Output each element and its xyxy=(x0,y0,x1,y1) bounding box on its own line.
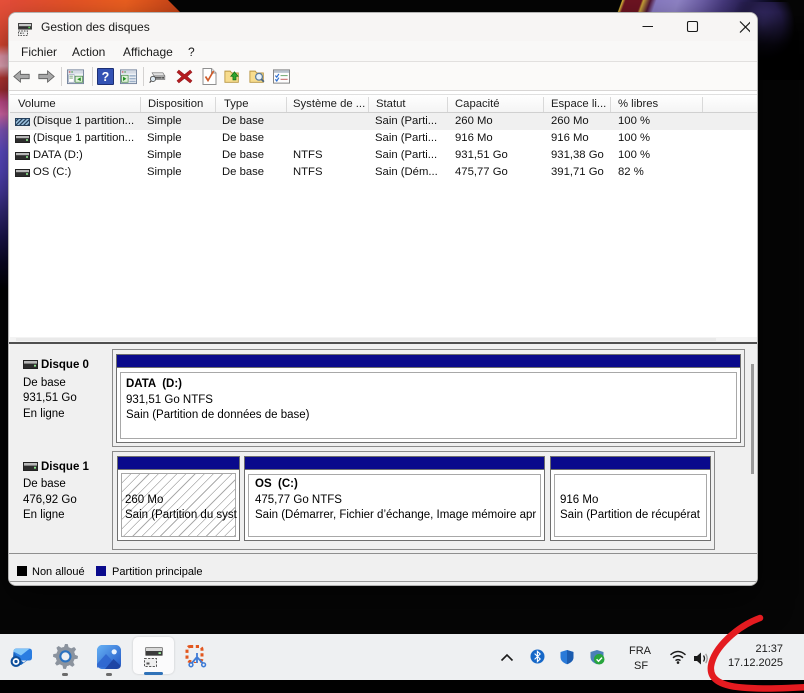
svg-text:?: ? xyxy=(102,70,110,84)
